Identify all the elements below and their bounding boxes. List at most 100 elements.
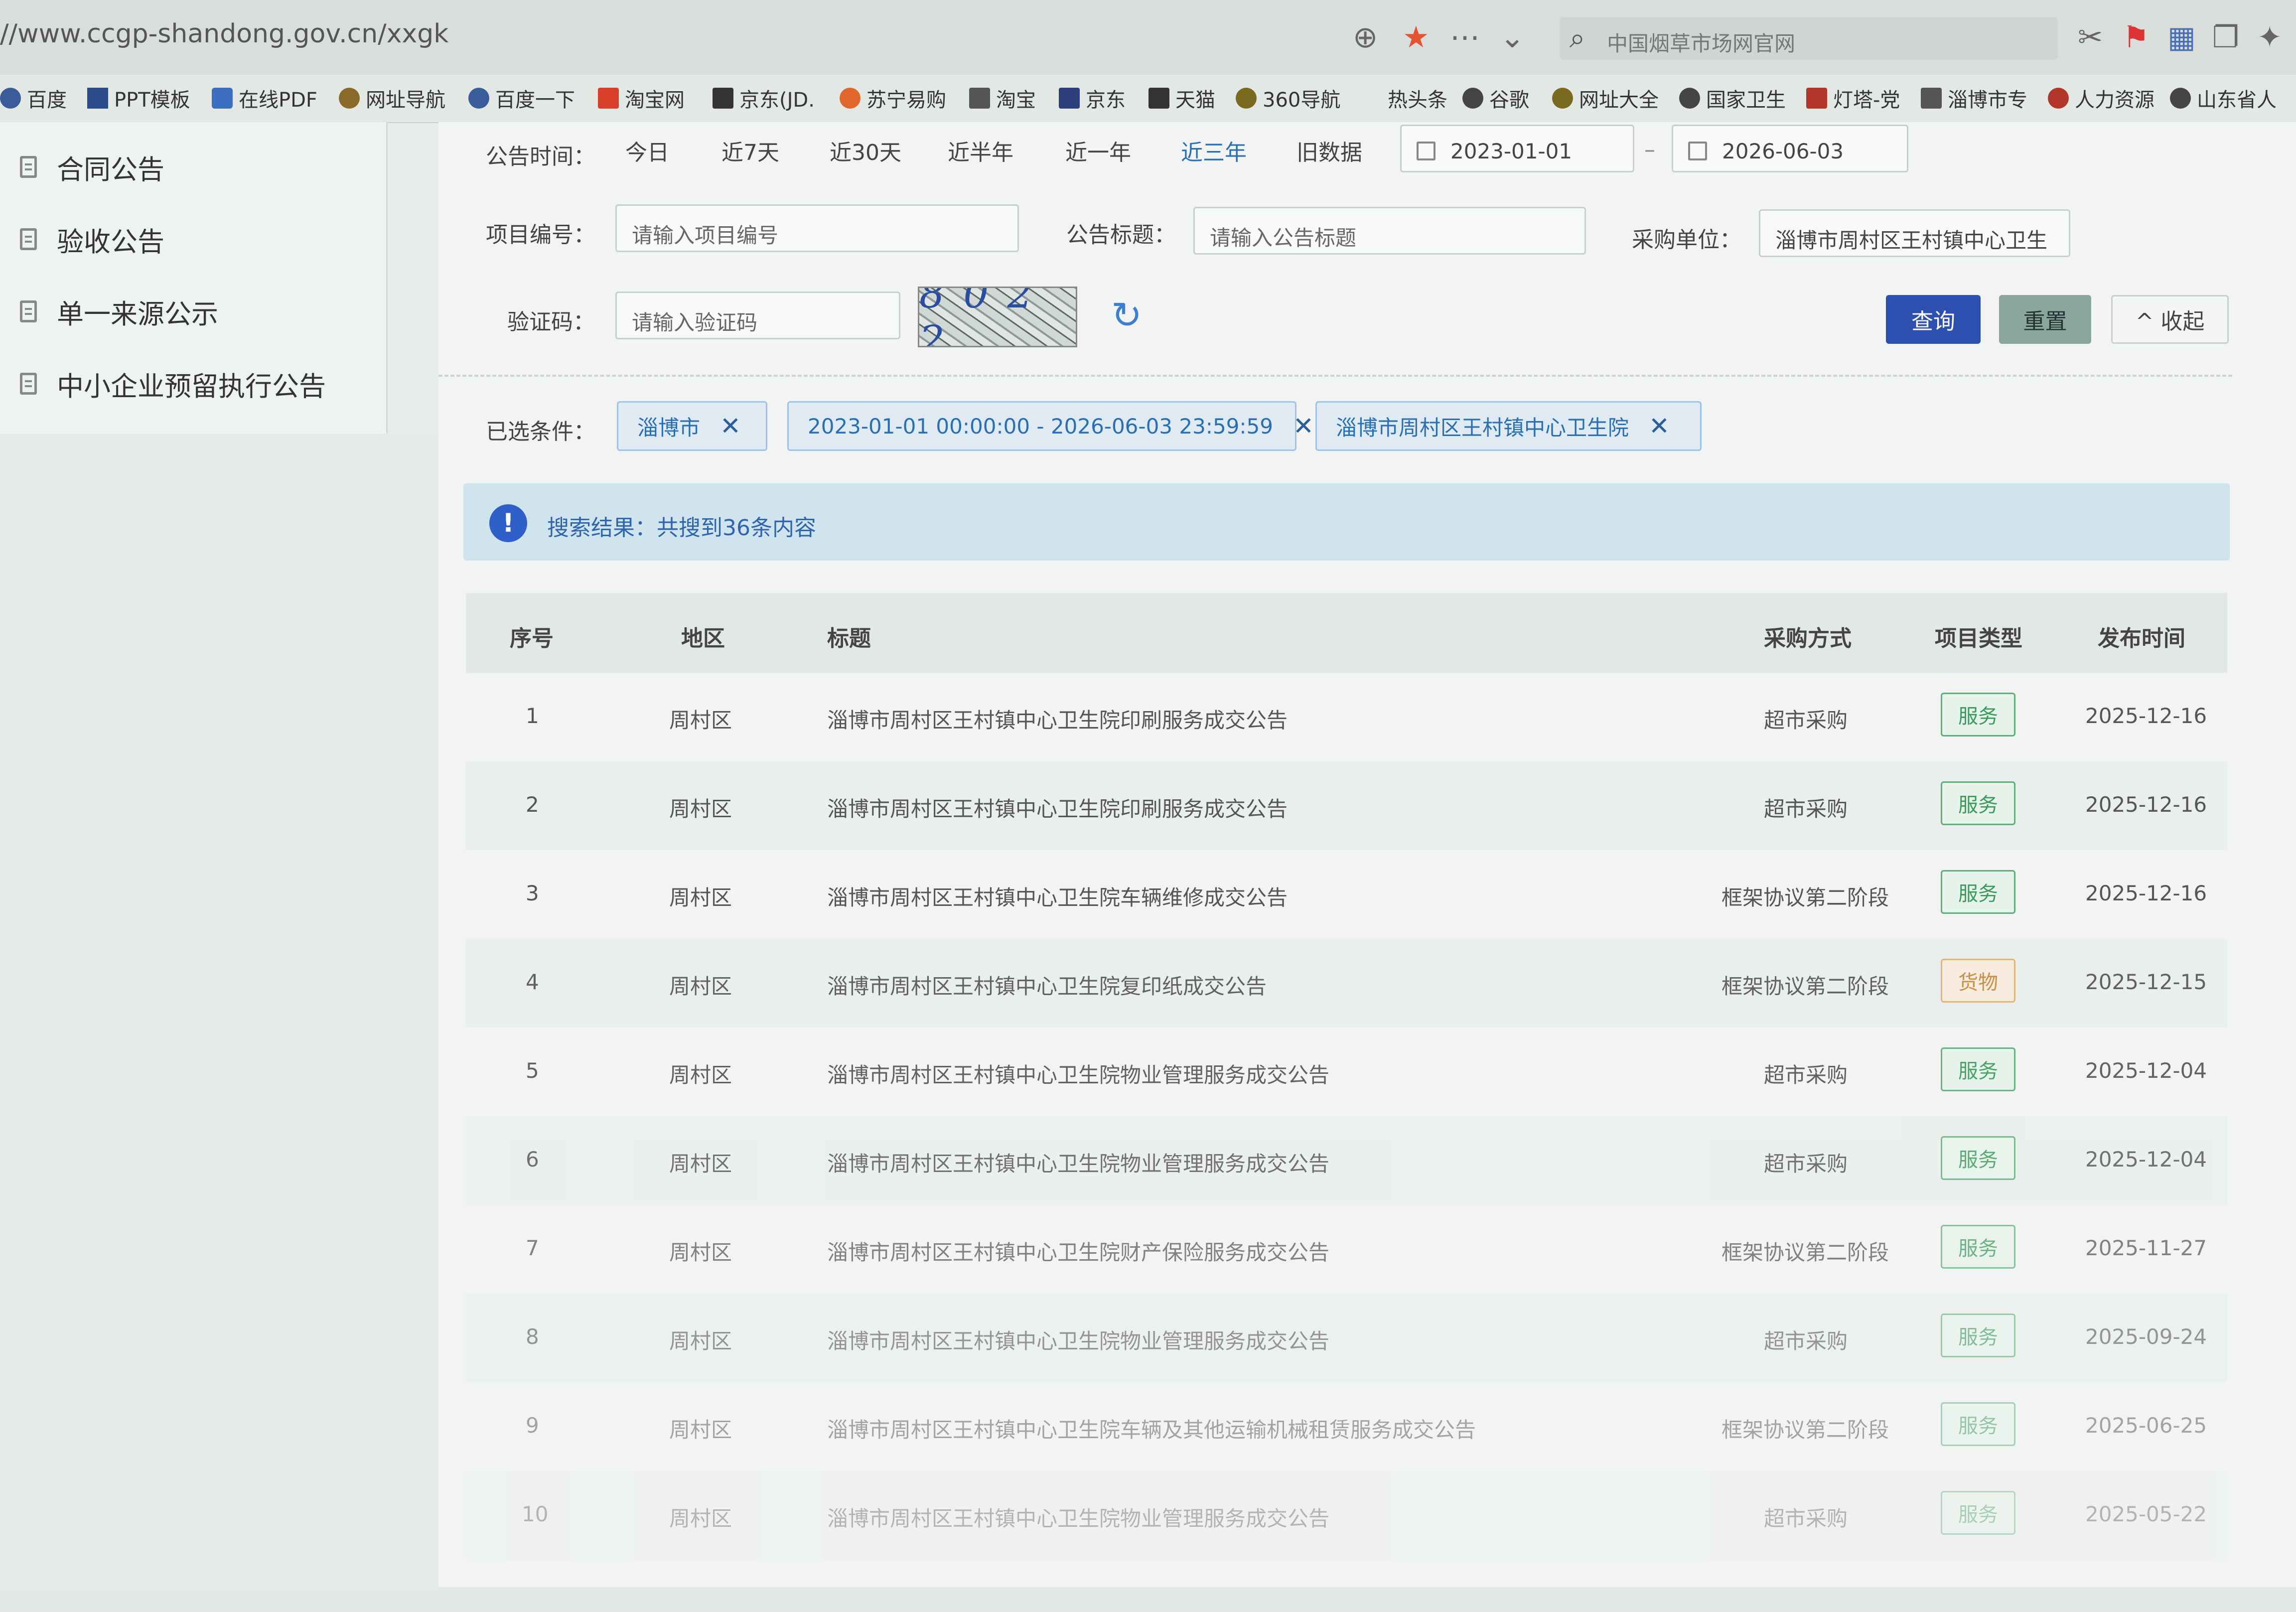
row-date: 2025-09-24 <box>2085 1324 2207 1349</box>
table-row[interactable]: 2 周村区 淄博市周村区王村镇中心卫生院印刷服务成交公告 超市采购 服务 202… <box>466 761 2227 850</box>
bookmark-item[interactable]: 谷歌 <box>1462 81 1529 116</box>
sidebar-item-label: 合同公告 <box>57 153 164 185</box>
row-title-link[interactable]: 淄博市周村区王村镇中心卫生院财产保险服务成交公告 <box>827 1236 1329 1266</box>
chevron-down-icon[interactable]: ⌄ <box>1500 20 1525 55</box>
row-title-link[interactable]: 淄博市周村区王村镇中心卫生院物业管理服务成交公告 <box>827 1147 1329 1177</box>
bookmark-item[interactable]: 淘宝网 <box>598 81 685 116</box>
bookmark-item[interactable]: 百度 <box>0 81 67 116</box>
table-row[interactable]: 6 周村区 淄博市周村区王村镇中心卫生院物业管理服务成交公告 超市采购 服务 2… <box>466 1116 2227 1205</box>
address-bar[interactable]: //www.ccgp-shandong.gov.cn/xxgk ⊕ ★ ⋯ ⌄ … <box>0 0 2296 76</box>
quick-range-3y[interactable]: 近三年 <box>1181 135 1247 166</box>
sidebar-item-single-source[interactable]: 单一来源公示 <box>20 292 218 331</box>
date-end-input[interactable]: 2026-06-03 <box>1672 125 1908 172</box>
table-row[interactable]: 5 周村区 淄博市周村区王村镇中心卫生院物业管理服务成交公告 超市采购 服务 2… <box>466 1027 2227 1116</box>
more-icon[interactable]: ⋯ <box>1450 20 1480 55</box>
row-title-link[interactable]: 淄博市周村区王村镇中心卫生院车辆维修成交公告 <box>827 881 1288 911</box>
star-icon[interactable]: ★ <box>1403 20 1430 55</box>
bookmark-item[interactable]: 淘宝 <box>969 81 1036 116</box>
notice-title-input[interactable]: 请输入公告标题 <box>1193 207 1586 255</box>
info-icon: ! <box>489 504 527 542</box>
row-date: 2025-11-27 <box>2085 1236 2207 1260</box>
row-title-link[interactable]: 淄博市周村区王村镇中心卫生院复印纸成交公告 <box>827 970 1267 1000</box>
row-no: 5 <box>526 1058 539 1083</box>
bookmark-item[interactable]: 网址大全 <box>1552 81 1659 116</box>
bookmark-item[interactable]: 京东(JD. <box>713 81 815 116</box>
column-header-region: 地区 <box>681 626 725 651</box>
row-title-link[interactable]: 淄博市周村区王村镇中心卫生院印刷服务成交公告 <box>827 704 1288 734</box>
bookmark-icon <box>212 88 233 109</box>
quick-range-today[interactable]: 今日 <box>625 135 669 166</box>
date-start-input[interactable]: 2023-01-01 <box>1400 125 1634 172</box>
table-row[interactable]: 7 周村区 淄博市周村区王村镇中心卫生院财产保险服务成交公告 框架协议第二阶段 … <box>466 1205 2227 1294</box>
row-no: 9 <box>526 1413 539 1438</box>
sidebar-item-acceptance[interactable]: 验收公告 <box>20 219 164 259</box>
bookmark-item[interactable]: 天猫 <box>1148 81 1215 116</box>
bookmark-item[interactable]: 百度一下 <box>468 81 575 116</box>
table-header: 序号 地区 标题 采购方式 项目类型 发布时间 <box>466 593 2227 673</box>
grid-icon[interactable]: ▦ <box>2167 20 2196 55</box>
search-button[interactable]: 查询 <box>1886 295 1981 344</box>
url-text[interactable]: //www.ccgp-shandong.gov.cn/xxgk <box>0 19 448 49</box>
sidebar-item-contract[interactable]: 合同公告 <box>20 147 164 187</box>
bookmark-item[interactable]: PPT模板 <box>87 81 190 116</box>
row-no: 1 <box>526 704 539 728</box>
reset-button[interactable]: 重置 <box>1999 295 2091 344</box>
browser-search-box[interactable]: ⌕ 中国烟草市场网官网 <box>1560 17 2058 60</box>
table-row[interactable]: 3 周村区 淄博市周村区王村镇中心卫生院车辆维修成交公告 框架协议第二阶段 服务… <box>466 850 2227 939</box>
bookmark-item[interactable]: 灯塔-党 <box>1806 81 1900 116</box>
table-row[interactable]: 8 周村区 淄博市周村区王村镇中心卫生院物业管理服务成交公告 超市采购 服务 2… <box>466 1294 2227 1382</box>
bookmark-item[interactable]: 京东 <box>1059 81 1126 116</box>
close-icon[interactable]: ✕ <box>720 412 741 440</box>
type-badge: 服务 <box>1941 1402 2015 1446</box>
table-row[interactable]: 1 周村区 淄博市周村区王村镇中心卫生院印刷服务成交公告 超市采购 服务 202… <box>466 673 2227 761</box>
sidebar-item-sme-reserved[interactable]: 中小企业预留执行公告 <box>20 364 326 404</box>
row-title-link[interactable]: 淄博市周村区王村镇中心卫生院车辆及其他运输机械租赁服务成交公告 <box>827 1413 1476 1444</box>
quick-range-7d[interactable]: 近7天 <box>721 135 779 166</box>
bookmark-item[interactable]: 网址导航 <box>339 81 445 116</box>
type-badge: 服务 <box>1941 1047 2015 1091</box>
bookmark-item[interactable]: 人力资源 <box>2048 81 2154 116</box>
row-title-link[interactable]: 淄博市周村区王村镇中心卫生院物业管理服务成交公告 <box>827 1324 1329 1355</box>
scissors-icon[interactable]: ✂ <box>2078 20 2103 55</box>
table-row[interactable]: 9 周村区 淄博市周村区王村镇中心卫生院车辆及其他运输机械租赁服务成交公告 框架… <box>466 1382 2227 1471</box>
project-no-input[interactable]: 请输入项目编号 <box>615 204 1019 252</box>
bookmark-icon <box>1806 88 1827 109</box>
table-row[interactable]: 10 周村区 淄博市周村区王村镇中心卫生院物业管理服务成交公告 超市采购 服务 … <box>466 1471 2227 1560</box>
pin-icon[interactable]: ✦ <box>2257 20 2282 55</box>
row-method: 超市采购 <box>1764 797 1848 821</box>
collapse-button[interactable]: ^ 收起 <box>2111 295 2229 344</box>
window-icon[interactable]: ❐ <box>2212 20 2239 55</box>
captcha-image[interactable]: 8 0 2 2 <box>918 287 1077 347</box>
bookmark-item[interactable]: 热头条 <box>1388 81 1447 116</box>
row-no: 6 <box>526 1147 539 1172</box>
row-title-link[interactable]: 淄博市周村区王村镇中心卫生院物业管理服务成交公告 <box>827 1502 1329 1532</box>
row-title-link[interactable]: 淄博市周村区王村镇中心卫生院物业管理服务成交公告 <box>827 1058 1329 1089</box>
row-title-link[interactable]: 淄博市周村区王村镇中心卫生院印刷服务成交公告 <box>827 792 1288 823</box>
bookmark-item[interactable]: 山东省人 <box>2170 81 2277 116</box>
buyer-input[interactable]: 淄博市周村区王村镇中心卫生 <box>1759 209 2070 257</box>
extension-icon[interactable]: ⚑ <box>2123 20 2150 55</box>
table-row[interactable]: 4 周村区 淄博市周村区王村镇中心卫生院复印纸成交公告 框架协议第二阶段 货物 … <box>466 939 2227 1027</box>
bookmark-item[interactable]: 淄博市专 <box>1921 81 2027 116</box>
captcha-input[interactable]: 请输入验证码 <box>615 292 900 339</box>
quick-range-1y[interactable]: 近一年 <box>1065 135 1131 166</box>
bookmark-item[interactable]: 在线PDF <box>212 81 317 116</box>
bookmark-item[interactable]: 苏宁易购 <box>840 81 946 116</box>
quick-range-half-year[interactable]: 近半年 <box>948 135 1013 166</box>
bookmark-icon <box>1552 88 1573 109</box>
type-badge: 服务 <box>1941 1136 2015 1180</box>
document-icon <box>20 156 37 178</box>
location-icon[interactable]: ⊕ <box>1353 20 1378 55</box>
quick-range-old-data[interactable]: 旧数据 <box>1296 135 1362 166</box>
refresh-icon[interactable]: ↻ <box>1111 294 1142 337</box>
close-icon[interactable]: ✕ <box>1649 412 1670 440</box>
row-region: 周村区 <box>669 1418 732 1442</box>
row-region: 周村区 <box>669 708 732 733</box>
close-icon[interactable]: ✕ <box>1293 412 1314 440</box>
bookmark-icon <box>1679 88 1700 109</box>
quick-range-30d[interactable]: 近30天 <box>830 135 901 166</box>
search-result-alert: ! 搜索结果：共搜到36条内容 <box>463 483 2230 561</box>
row-date: 2025-12-16 <box>2085 792 2207 817</box>
bookmark-item[interactable]: 360导航 <box>1236 81 1340 116</box>
bookmark-item[interactable]: 国家卫生 <box>1679 81 1786 116</box>
